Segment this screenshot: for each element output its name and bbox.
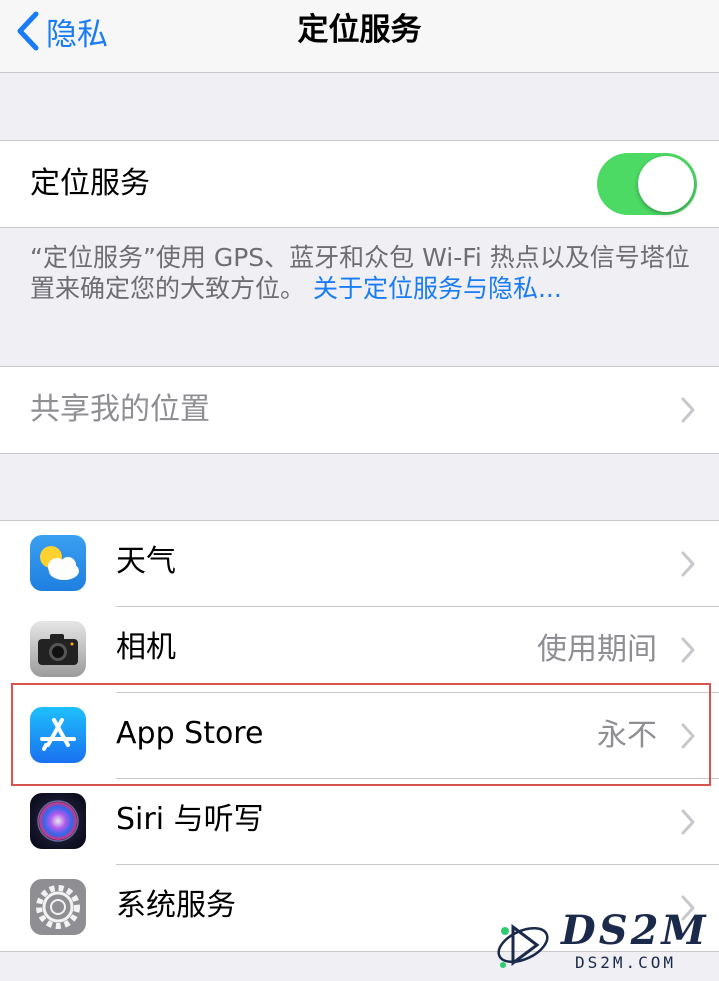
settings-gear-icon [30,879,86,935]
location-services-footnote: “定位服务”使用 GPS、蓝牙和众包 Wi-Fi 热点以及信号塔位置来确定您的大… [30,242,700,304]
app-name: 系统服务 [116,888,236,923]
app-row-weather[interactable]: 天气 [0,521,719,607]
chevron-right-icon [681,723,695,749]
location-services-group: 定位服务 [0,140,719,228]
navigation-bar: 隐私 定位服务 [0,0,719,73]
camera-icon [30,621,86,677]
location-services-row: 定位服务 [0,141,719,227]
page-title: 定位服务 [297,12,422,48]
chevron-right-icon [681,551,695,577]
app-row-camera[interactable]: 相机 使用期间 [0,607,719,693]
watermark-text: DS2M [561,907,709,954]
app-name: App Store [116,716,264,751]
app-row-app-store[interactable]: App Store 永不 [0,693,719,779]
toggle-knob [638,156,694,212]
location-services-label: 定位服务 [30,166,150,201]
watermark-domain: DS2M.COM [575,953,677,972]
privacy-link[interactable]: 关于定位服务与隐私... [313,274,562,303]
chevron-right-icon [681,397,695,423]
siri-icon [30,793,86,849]
weather-icon [30,535,86,591]
apps-list: 天气 相机 使用期间 App Store 永不 Siri 与听写 系统服务 [0,520,719,952]
chevron-right-icon [681,809,695,835]
app-name: Siri 与听写 [116,802,264,837]
chevron-right-icon [681,637,695,663]
app-row-siri[interactable]: Siri 与听写 [0,779,719,865]
watermark-logo: DS2M DS2M.COM [489,905,719,981]
location-services-toggle[interactable] [597,153,697,215]
app-name: 天气 [116,544,176,579]
permission-status: 永不 [597,718,657,753]
share-location-group: 共享我的位置 [0,366,719,454]
share-location-label: 共享我的位置 [30,392,210,427]
permission-status: 使用期间 [537,632,657,667]
share-location-row[interactable]: 共享我的位置 [0,367,719,453]
app-name: 相机 [116,630,176,665]
watermark-orbit-icon [497,924,549,968]
app-store-icon [30,707,86,763]
